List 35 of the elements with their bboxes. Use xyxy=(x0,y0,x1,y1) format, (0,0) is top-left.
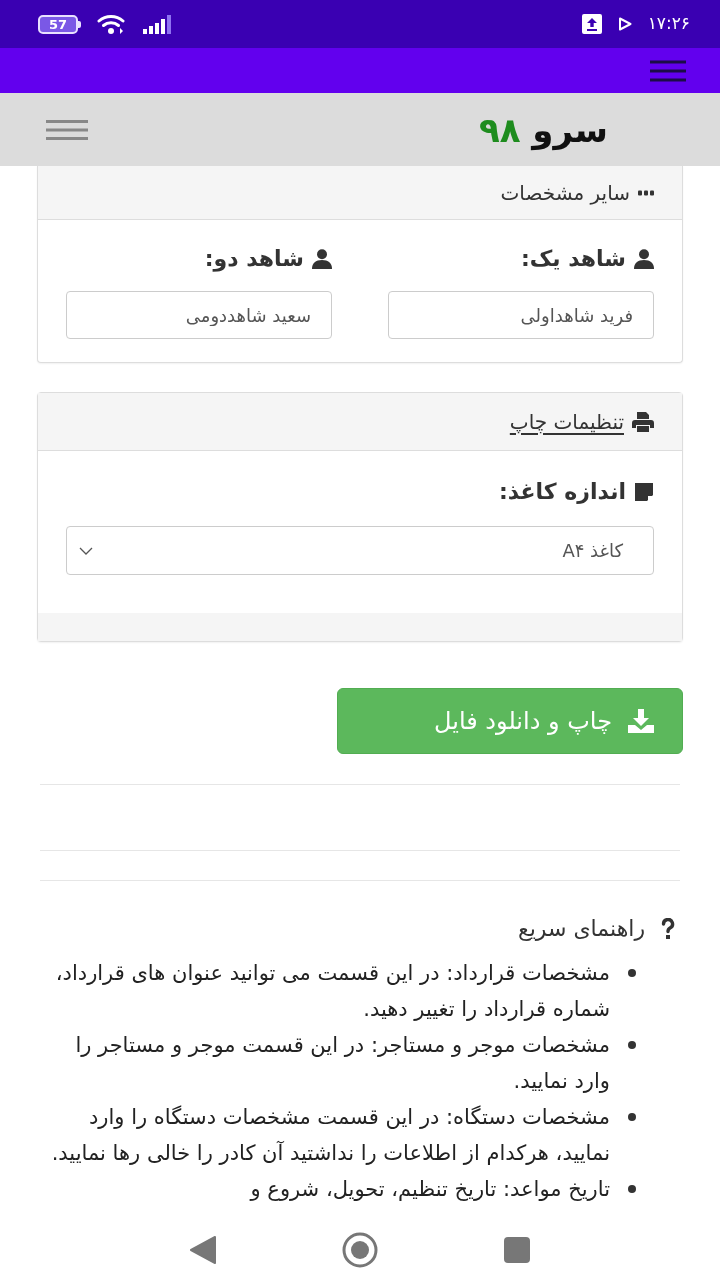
text-field[interactable]: فرید شاهداولی xyxy=(388,291,654,339)
card-title: سایر مشخصات xyxy=(500,179,630,207)
field-label: شاهد دو: xyxy=(204,245,304,274)
help-text: تاریخ مواعد: تاریخ تنظیم، تحویل، شروع و xyxy=(250,1176,610,1203)
home-icon[interactable] xyxy=(342,1232,378,1268)
print-settings-link[interactable]: تنظیمات چاپ xyxy=(509,406,624,437)
note-icon xyxy=(634,481,654,502)
field-label: اندازه کاغذ: xyxy=(499,478,626,506)
play-icon xyxy=(617,17,632,31)
paper-size-select[interactable]: کاغذ A۴ xyxy=(66,526,654,575)
menu-icon[interactable] xyxy=(650,59,686,82)
recents-icon[interactable] xyxy=(504,1237,530,1263)
clock-time: ۱۷:۲۶ xyxy=(647,12,690,36)
text-field[interactable]: سعید شاهددومی xyxy=(66,291,332,339)
help-icon xyxy=(661,917,675,940)
bullet-icon xyxy=(628,1041,636,1049)
user-icon xyxy=(312,248,332,269)
help-text: مشخصات دستگاه: در این قسمت مشخصات دستگاه را وارد نمایید، هرکدام از اطلاعات را نداشتید آن کادر را خالی رها نمایید. xyxy=(50,1104,610,1167)
more-icon xyxy=(638,189,654,196)
field-label: شاهد یک: xyxy=(520,245,626,273)
signal-icon xyxy=(143,14,174,34)
download-icon xyxy=(628,709,654,733)
upload-icon xyxy=(581,14,602,34)
bullet-icon xyxy=(628,1185,636,1193)
chevron-down-icon xyxy=(79,546,93,555)
user-icon xyxy=(634,248,654,269)
help-text: مشخصات موجر و مستاجر: در این قسمت موجر و مستاجر را وارد نمایید. xyxy=(74,1032,610,1095)
bullet-icon xyxy=(628,969,636,977)
section-heading: راهنمای سریع xyxy=(518,915,645,943)
battery-indicator: 57 xyxy=(38,14,82,34)
printer-icon xyxy=(632,411,654,432)
menu-icon[interactable] xyxy=(46,119,88,140)
back-icon[interactable] xyxy=(190,1236,216,1264)
bullet-icon xyxy=(628,1113,636,1121)
help-text: مشخصات قرارداد: در این قسمت می توانید عنوان های قرارداد، شماره قرارداد را تغییر دهید. xyxy=(54,960,610,1023)
